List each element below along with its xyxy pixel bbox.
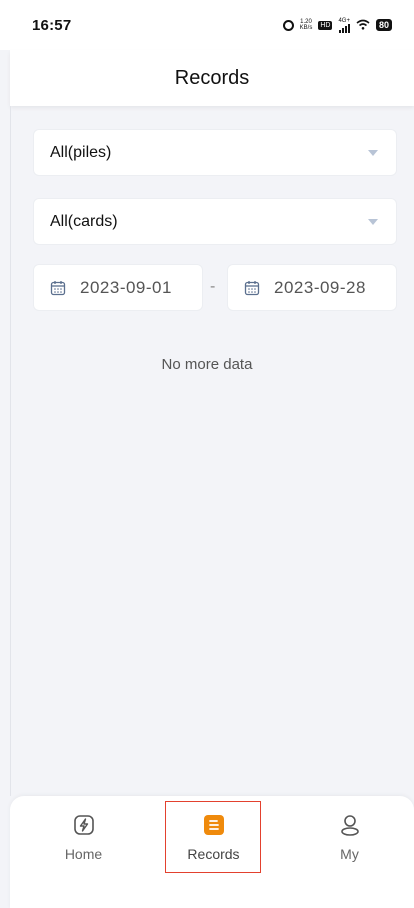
divider	[10, 106, 11, 796]
selection-highlight	[165, 801, 261, 873]
calendar-icon	[244, 280, 260, 295]
chevron-down-icon	[368, 218, 378, 225]
charge-icon	[73, 815, 94, 835]
status-time: 16:57	[32, 16, 72, 34]
bottom-tab-bar: Home Records My	[10, 796, 414, 908]
battery-icon: 80	[375, 19, 392, 31]
status-bar: 16:57 1.20 KB/s HD 4G+ 80	[0, 0, 414, 50]
pile-select[interactable]: All(piles)	[33, 129, 397, 176]
status-icons: 1.20 KB/s HD 4G+ 80	[282, 18, 392, 33]
card-select-value: All(cards)	[50, 212, 118, 230]
network-speed-unit: KB/s	[299, 25, 313, 31]
tab-home-label: Home	[64, 846, 103, 862]
date-separator: -	[210, 278, 216, 295]
end-date-value: 2023-09-28	[274, 277, 366, 297]
tab-my-label: My	[340, 846, 359, 862]
tab-my[interactable]: My	[302, 796, 397, 876]
signal-icon: 4G+	[338, 18, 350, 33]
page-title: Records	[174, 66, 250, 89]
card-select[interactable]: All(cards)	[33, 198, 397, 245]
user-icon	[340, 815, 359, 836]
end-date-picker[interactable]: 2023-09-28	[227, 264, 397, 311]
wifi-icon	[356, 18, 370, 33]
pile-select-value: All(piles)	[50, 143, 112, 161]
start-date-value: 2023-09-01	[80, 277, 172, 297]
page-header: Records	[10, 50, 414, 106]
hd-icon: HD	[318, 20, 333, 30]
alarm-icon	[282, 19, 294, 31]
start-date-picker[interactable]: 2023-09-01	[33, 264, 203, 311]
network-speed: 1.20 KB/s	[300, 19, 313, 31]
chevron-down-icon	[368, 149, 378, 156]
tab-home[interactable]: Home	[36, 796, 131, 876]
calendar-icon	[50, 280, 66, 295]
empty-list-text: No more data	[161, 356, 253, 373]
